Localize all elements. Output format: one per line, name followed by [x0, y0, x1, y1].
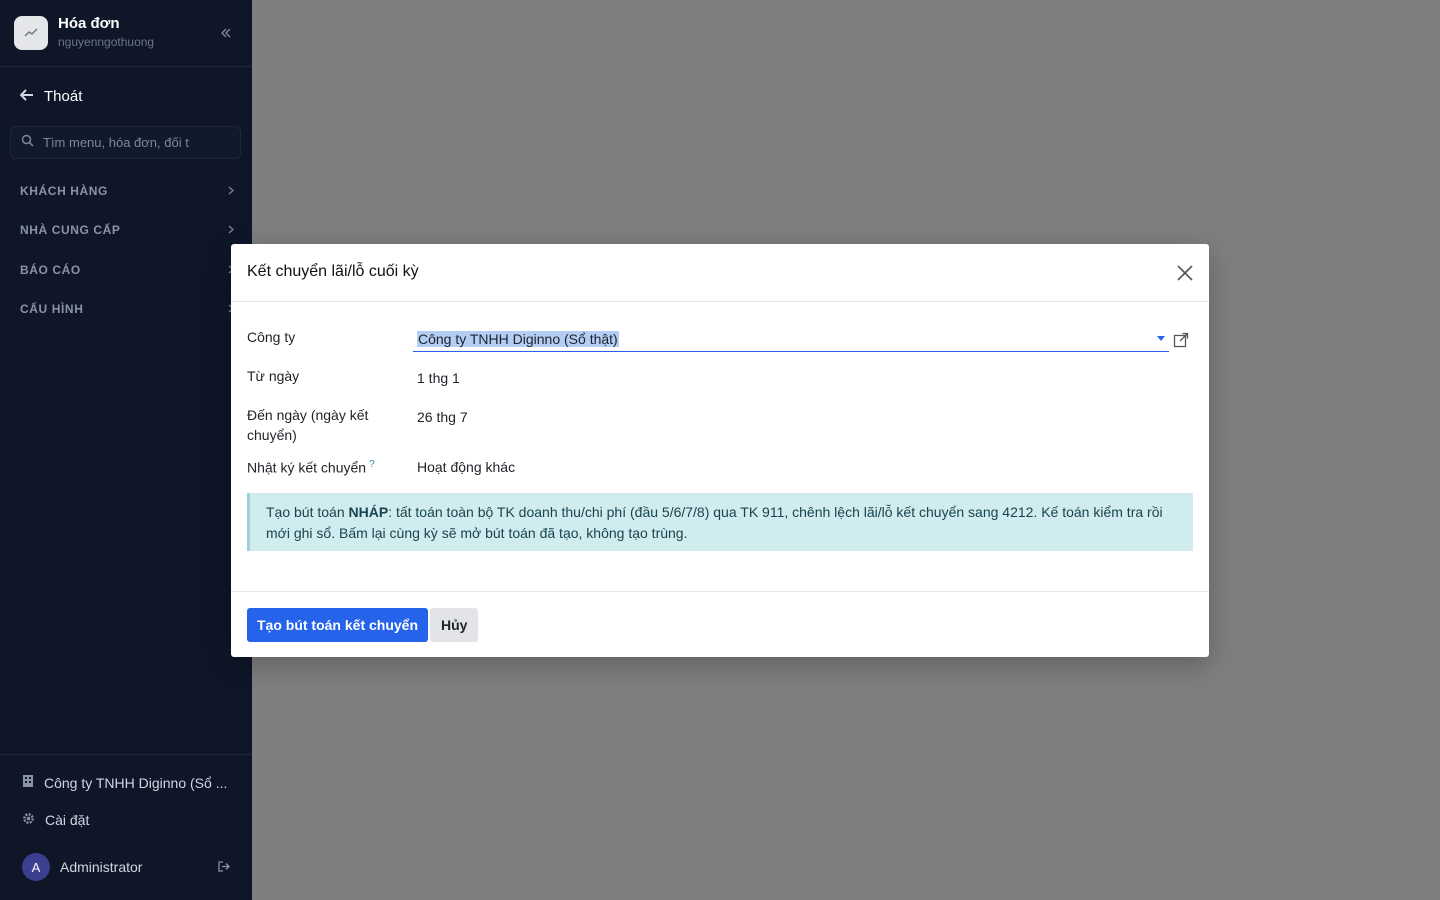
user-name: Administrator [60, 859, 143, 875]
dialog-title: Kết chuyển lãi/lỗ cuối kỳ [247, 263, 419, 280]
logout-icon[interactable] [218, 859, 230, 875]
sidebar-header: Hóa đơn nguyenngothuong [0, 0, 252, 67]
to-date-value[interactable]: 26 thg 7 [417, 407, 468, 427]
arrow-left-icon [19, 88, 34, 105]
nav-item-label: NHÀ CUNG CẤP [20, 223, 121, 237]
journal-label: Nhật ký kết chuyển? [247, 455, 375, 478]
nav-item-label: CẤU HÌNH [20, 302, 84, 316]
from-date-value[interactable]: 1 thg 1 [417, 368, 460, 388]
app-logo-icon [14, 16, 48, 50]
gear-icon [22, 812, 35, 828]
journal-value[interactable]: Hoạt động khác [417, 457, 515, 477]
nav-item-label: BÁO CÁO [20, 263, 81, 277]
sidebar-search[interactable] [10, 126, 241, 159]
search-icon [21, 134, 34, 152]
to-date-label: Đến ngày (ngày kết chuyển) [247, 407, 369, 443]
sidebar: Hóa đơn nguyenngothuong Thoát KHÁCH HÀNG… [0, 0, 252, 900]
nav-item-label: KHÁCH HÀNG [20, 184, 108, 198]
cancel-button[interactable]: Hủy [430, 608, 479, 642]
alert-text: : tất toán toàn bộ TK doanh thu/chi phí … [266, 504, 1163, 541]
app-username: nguyenngothuong [58, 35, 155, 49]
company-label: Công ty [247, 329, 296, 345]
dialog-header: Kết chuyển lãi/lỗ cuối kỳ [231, 244, 1209, 302]
building-icon [22, 774, 34, 791]
info-alert: Tạo bút toán NHÁP: tất toán toàn bộ TK d… [247, 493, 1193, 551]
company-select[interactable]: Công ty TNHH Diginno (Sổ thật) [413, 326, 1169, 352]
company-select-value: Công ty TNHH Diginno (Sổ thật) [417, 330, 619, 347]
nav-item-reports[interactable]: BÁO CÁO [20, 263, 234, 277]
chevron-right-icon [228, 223, 234, 237]
alert-bold: NHÁP [348, 504, 389, 520]
journal-label-text: Nhật ký kết chuyển [247, 459, 367, 476]
back-label: Thoát [44, 88, 83, 105]
help-icon[interactable]: ? [369, 459, 375, 470]
from-date-label: Từ ngày [247, 368, 300, 384]
alert-prefix: Tạo bút toán [266, 504, 349, 520]
company-name: Công ty TNHH Diginno (Sổ ... [44, 774, 228, 791]
caret-down-icon [1157, 336, 1165, 341]
user-menu[interactable]: A Administrator [22, 853, 230, 881]
avatar: A [22, 853, 50, 881]
company-switcher[interactable]: Công ty TNHH Diginno (Sổ ... [22, 774, 227, 791]
chevron-right-icon [228, 184, 234, 198]
closing-entry-dialog: Kết chuyển lãi/lỗ cuối kỳ Công ty Công t… [231, 244, 1209, 657]
collapse-sidebar-icon[interactable] [218, 25, 234, 41]
app-title: Hóa đơn [58, 15, 120, 32]
nav-item-config[interactable]: CẤU HÌNH [20, 302, 234, 316]
settings-label: Cài đặt [45, 812, 90, 828]
external-link-icon[interactable] [1173, 332, 1189, 348]
nav-item-suppliers[interactable]: NHÀ CUNG CẤP [20, 223, 234, 237]
search-input[interactable] [43, 135, 218, 150]
settings-link[interactable]: Cài đặt [22, 812, 89, 828]
create-closing-entry-button[interactable]: Tạo bút toán kết chuyển [247, 608, 429, 642]
nav-item-customers[interactable]: KHÁCH HÀNG [20, 184, 234, 198]
dialog-footer: Tạo bút toán kết chuyển Hủy [231, 591, 1209, 657]
close-icon[interactable] [1176, 264, 1194, 282]
back-link[interactable]: Thoát [19, 88, 83, 105]
sidebar-footer: Công ty TNHH Diginno (Sổ ... Cài đặt A A… [0, 754, 252, 900]
